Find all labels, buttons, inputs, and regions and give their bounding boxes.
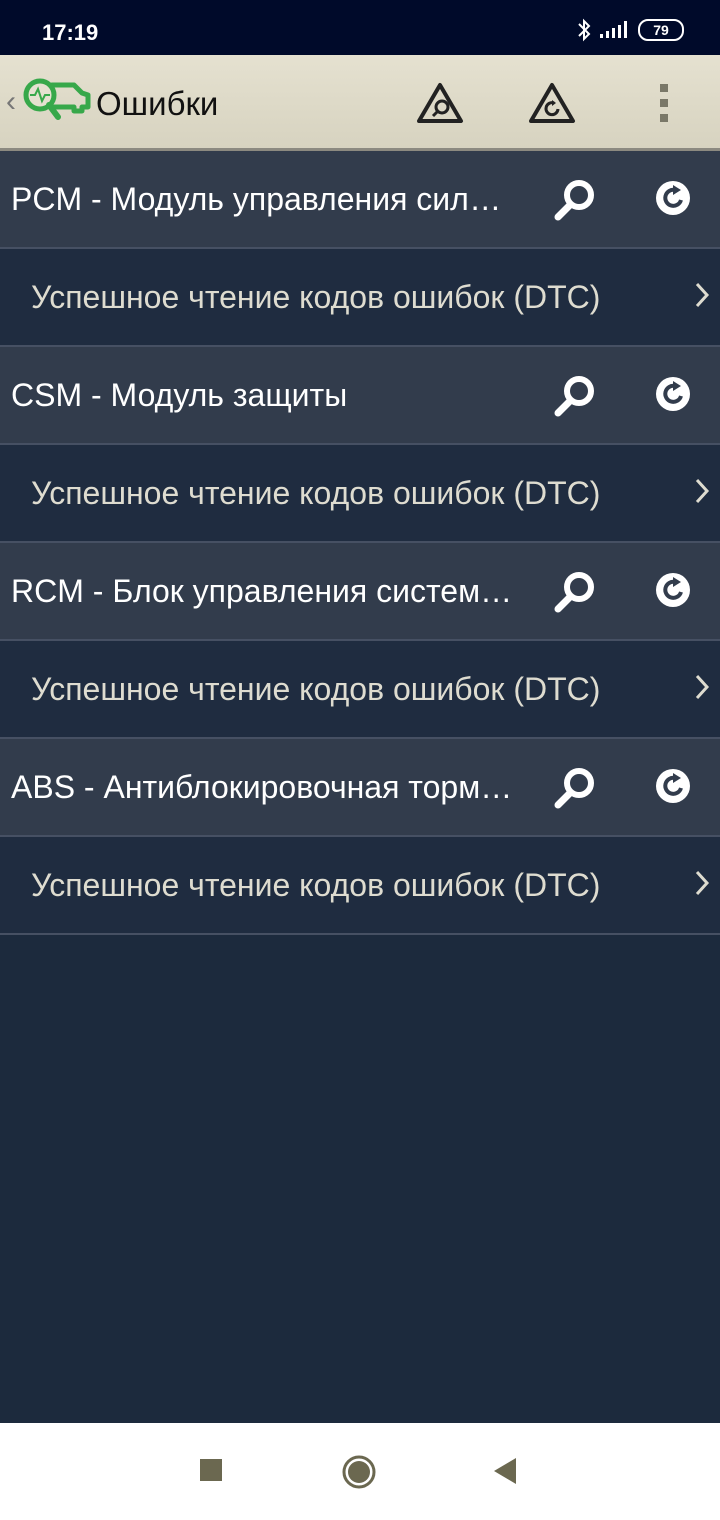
warning-search-icon — [417, 83, 463, 123]
module-row[interactable]: RCM - Блок управления системой безопасно… — [0, 543, 720, 641]
refresh-icon[interactable] — [652, 373, 694, 415]
page-title: Ошибки — [96, 85, 219, 122]
module-name: ABS - Антиблокировочная тормозная систем… — [11, 769, 516, 805]
chevron-right-icon — [695, 870, 710, 896]
module-status-row[interactable]: Успешное чтение кодов ошибок (DTC) — [0, 249, 720, 347]
app-logo-icon — [23, 78, 91, 120]
refresh-all-button[interactable] — [526, 77, 578, 129]
app-toolbar: ‹ Ошибки — [0, 55, 720, 151]
module-status: Успешное чтение кодов ошибок (DTC) — [31, 279, 601, 315]
refresh-icon[interactable] — [652, 765, 694, 807]
chevron-right-icon — [695, 674, 710, 700]
module-status: Успешное чтение кодов ошибок (DTC) — [31, 671, 601, 707]
module-status-row[interactable]: Успешное чтение кодов ошибок (DTC) — [0, 641, 720, 739]
module-name: PCM - Модуль управления силовым агрегато… — [11, 181, 516, 217]
more-vert-icon — [660, 84, 668, 122]
status-bar: 17:19 79 — [0, 0, 720, 55]
back-chevron-icon[interactable]: ‹ — [6, 85, 16, 119]
module-row[interactable]: CSM - Модуль защиты — [0, 347, 720, 445]
refresh-icon[interactable] — [652, 177, 694, 219]
chevron-right-icon — [695, 478, 710, 504]
refresh-icon[interactable] — [652, 569, 694, 611]
search-icon[interactable] — [552, 373, 598, 419]
bluetooth-icon — [578, 18, 591, 42]
scan-all-button[interactable] — [414, 77, 466, 129]
signal-icon — [600, 21, 627, 38]
warning-refresh-icon — [529, 83, 575, 123]
overflow-menu-button[interactable] — [638, 77, 690, 129]
module-status-row[interactable]: Успешное чтение кодов ошибок (DTC) — [0, 837, 720, 935]
status-time: 17:19 — [42, 20, 99, 45]
module-status: Успешное чтение кодов ошибок (DTC) — [31, 867, 601, 903]
module-row[interactable]: PCM - Модуль управления силовым агрегато… — [0, 151, 720, 249]
home-button[interactable] — [341, 1454, 377, 1490]
module-row[interactable]: ABS - Антиблокировочная тормозная систем… — [0, 739, 720, 837]
system-nav-bar — [0, 1423, 720, 1520]
back-button[interactable] — [492, 1456, 518, 1486]
chevron-right-icon — [695, 282, 710, 308]
module-name: RCM - Блок управления системой безопасно… — [11, 573, 516, 609]
recents-button[interactable] — [198, 1457, 224, 1483]
status-icons: 79 — [576, 18, 684, 42]
module-name: CSM - Модуль защиты — [11, 377, 348, 413]
module-list: PCM - Модуль управления силовым агрегато… — [0, 151, 720, 935]
search-icon[interactable] — [552, 177, 598, 223]
module-status-row[interactable]: Успешное чтение кодов ошибок (DTC) — [0, 445, 720, 543]
module-status: Успешное чтение кодов ошибок (DTC) — [31, 475, 601, 511]
search-icon[interactable] — [552, 765, 598, 811]
battery-icon: 79 — [638, 19, 684, 41]
search-icon[interactable] — [552, 569, 598, 615]
